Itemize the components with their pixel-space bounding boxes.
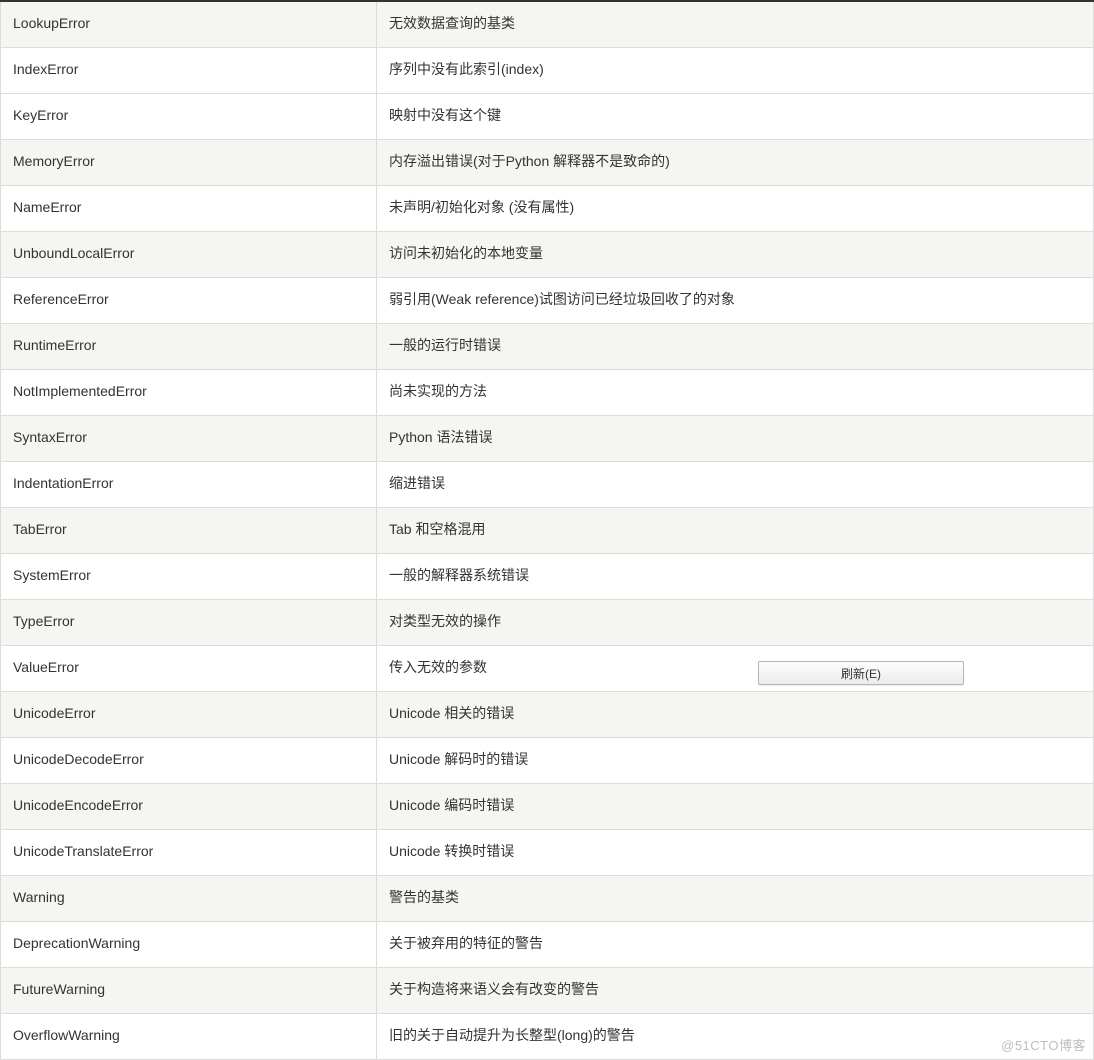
table-row: ReferenceError弱引用(Weak reference)试图访问已经垃… (1, 277, 1094, 323)
table-row: Warning警告的基类 (1, 875, 1094, 921)
exception-desc-cell: 关于被弃用的特征的警告 (377, 921, 1094, 967)
refresh-menu-item[interactable]: 刷新(E) (758, 661, 964, 685)
table-row: LookupError无效数据查询的基类 (1, 1, 1094, 47)
exception-desc-cell: Tab 和空格混用 (377, 507, 1094, 553)
exception-name-cell: UnicodeError (1, 691, 377, 737)
table-row: SyntaxErrorPython 语法错误 (1, 415, 1094, 461)
exception-name-cell: ReferenceError (1, 277, 377, 323)
exception-name-cell: KeyError (1, 93, 377, 139)
exception-desc-cell: 旧的关于自动提升为长整型(long)的警告 (377, 1013, 1094, 1059)
exception-name-cell: TypeError (1, 599, 377, 645)
exception-name-cell: DeprecationWarning (1, 921, 377, 967)
table-row: NameError未声明/初始化对象 (没有属性) (1, 185, 1094, 231)
table-row: UnicodeTranslateErrorUnicode 转换时错误 (1, 829, 1094, 875)
exception-desc-cell: Unicode 转换时错误 (377, 829, 1094, 875)
exception-name-cell: SystemError (1, 553, 377, 599)
exception-desc-cell: Unicode 相关的错误 (377, 691, 1094, 737)
table-row: UnboundLocalError访问未初始化的本地变量 (1, 231, 1094, 277)
table-row: RuntimeError一般的运行时错误 (1, 323, 1094, 369)
exception-desc-cell: 内存溢出错误(对于Python 解释器不是致命的) (377, 139, 1094, 185)
exception-name-cell: SyntaxError (1, 415, 377, 461)
table-row: UnicodeEncodeErrorUnicode 编码时错误 (1, 783, 1094, 829)
exception-desc-cell: 弱引用(Weak reference)试图访问已经垃圾回收了的对象 (377, 277, 1094, 323)
table-row: TypeError对类型无效的操作 (1, 599, 1094, 645)
table-row: UnicodeDecodeErrorUnicode 解码时的错误 (1, 737, 1094, 783)
exception-name-cell: Warning (1, 875, 377, 921)
exception-desc-cell: 无效数据查询的基类 (377, 1, 1094, 47)
exception-desc-cell: 传入无效的参数 (377, 645, 1094, 691)
exception-desc-cell: 尚未实现的方法 (377, 369, 1094, 415)
table-row: KeyError映射中没有这个键 (1, 93, 1094, 139)
table-row: NotImplementedError尚未实现的方法 (1, 369, 1094, 415)
table-row: IndentationError缩进错误 (1, 461, 1094, 507)
exception-desc-cell: Unicode 解码时的错误 (377, 737, 1094, 783)
exception-desc-cell: 对类型无效的操作 (377, 599, 1094, 645)
table-row: FutureWarning关于构造将来语义会有改变的警告 (1, 967, 1094, 1013)
exception-name-cell: FutureWarning (1, 967, 377, 1013)
exception-desc-cell: 缩进错误 (377, 461, 1094, 507)
exception-desc-cell: Python 语法错误 (377, 415, 1094, 461)
table-row: UnicodeErrorUnicode 相关的错误 (1, 691, 1094, 737)
table-row: MemoryError内存溢出错误(对于Python 解释器不是致命的) (1, 139, 1094, 185)
table-row: DeprecationWarning关于被弃用的特征的警告 (1, 921, 1094, 967)
exception-name-cell: LookupError (1, 1, 377, 47)
exception-name-cell: ValueError (1, 645, 377, 691)
exception-desc-cell: 关于构造将来语义会有改变的警告 (377, 967, 1094, 1013)
exception-desc-cell: 访问未初始化的本地变量 (377, 231, 1094, 277)
exception-name-cell: UnicodeDecodeError (1, 737, 377, 783)
exception-desc-cell: 一般的解释器系统错误 (377, 553, 1094, 599)
table-row: IndexError序列中没有此索引(index) (1, 47, 1094, 93)
table-row: TabErrorTab 和空格混用 (1, 507, 1094, 553)
exceptions-table: LookupError无效数据查询的基类IndexError序列中没有此索引(i… (0, 0, 1094, 1060)
exception-name-cell: RuntimeError (1, 323, 377, 369)
exception-name-cell: UnboundLocalError (1, 231, 377, 277)
exception-name-cell: UnicodeEncodeError (1, 783, 377, 829)
exception-name-cell: IndexError (1, 47, 377, 93)
exception-name-cell: IndentationError (1, 461, 377, 507)
exception-desc-cell: Unicode 编码时错误 (377, 783, 1094, 829)
exception-name-cell: TabError (1, 507, 377, 553)
exception-name-cell: UnicodeTranslateError (1, 829, 377, 875)
exception-desc-cell: 警告的基类 (377, 875, 1094, 921)
exception-name-cell: MemoryError (1, 139, 377, 185)
exception-name-cell: OverflowWarning (1, 1013, 377, 1059)
exception-desc-cell: 一般的运行时错误 (377, 323, 1094, 369)
exception-desc-cell: 未声明/初始化对象 (没有属性) (377, 185, 1094, 231)
table-row: OverflowWarning旧的关于自动提升为长整型(long)的警告 (1, 1013, 1094, 1059)
exception-desc-cell: 序列中没有此索引(index) (377, 47, 1094, 93)
table-row: SystemError一般的解释器系统错误 (1, 553, 1094, 599)
exception-desc-cell: 映射中没有这个键 (377, 93, 1094, 139)
exception-name-cell: NotImplementedError (1, 369, 377, 415)
exception-name-cell: NameError (1, 185, 377, 231)
